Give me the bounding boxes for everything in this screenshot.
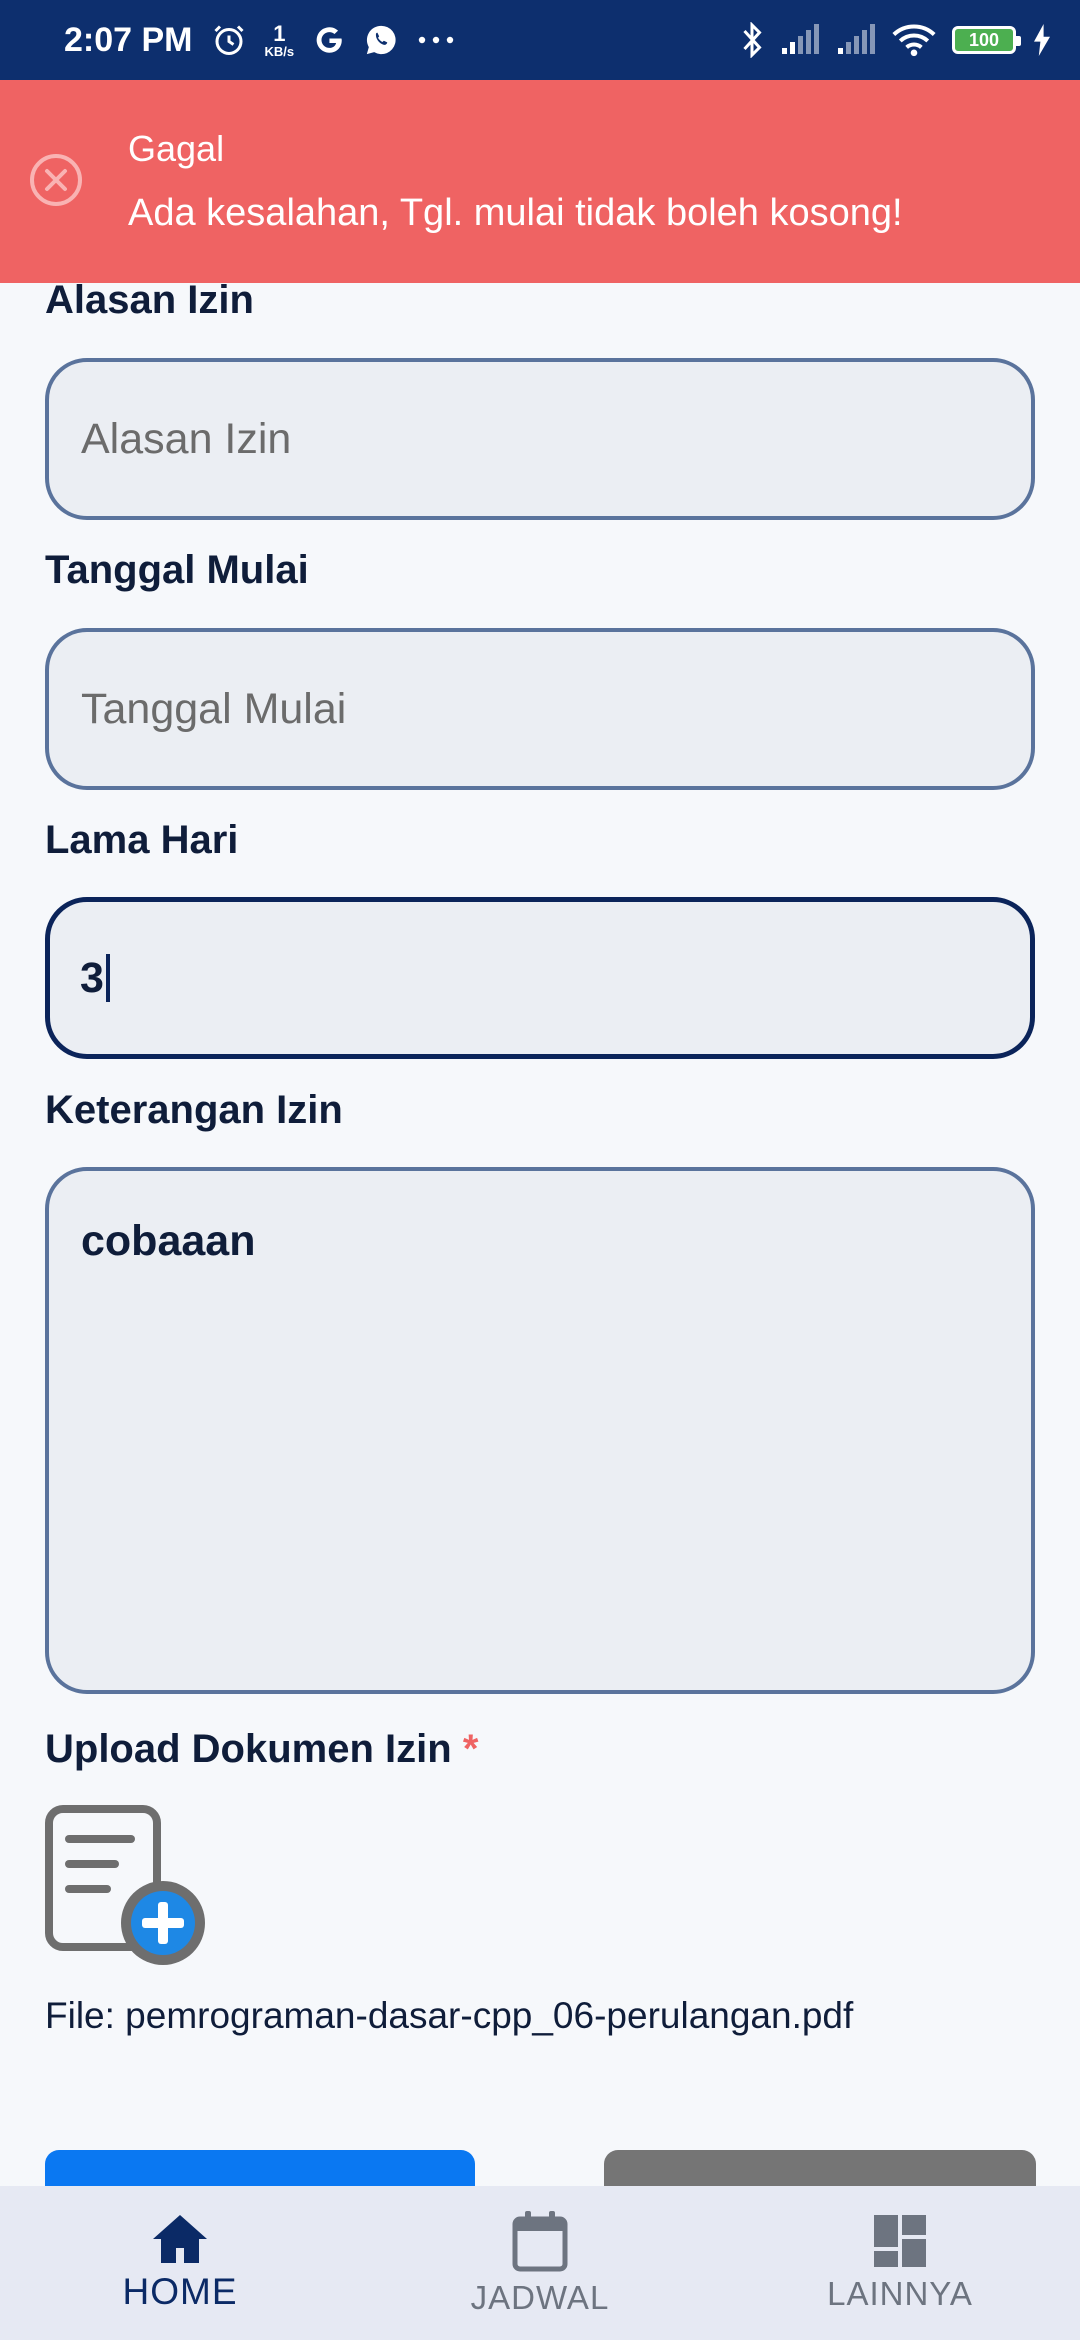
alasan-izin-field[interactable]: [45, 358, 1035, 520]
lama-hari-label: Lama Hari: [45, 818, 239, 862]
status-bar: 2:07 PM 1 KB/s 100: [0, 0, 1080, 80]
net-speed: 1 KB/s: [264, 20, 295, 59]
lama-hari-value[interactable]: 3: [80, 954, 104, 1003]
tanggal-mulai-field[interactable]: [45, 628, 1035, 790]
home-icon: [153, 2215, 207, 2263]
net-speed-value: 1: [273, 20, 286, 46]
keterangan-izin-label: Keterangan Izin: [45, 1088, 343, 1132]
required-mark: *: [462, 1727, 479, 1771]
lama-hari-field[interactable]: 3: [45, 897, 1035, 1059]
document-add-icon: [45, 1805, 205, 1965]
nav-label-home: HOME: [122, 2271, 238, 2312]
wifi-icon: [892, 23, 936, 57]
nav-item-lainnya[interactable]: LAINNYA: [760, 2213, 1040, 2313]
nav-item-jadwal[interactable]: JADWAL: [400, 2209, 680, 2317]
toast-message: Ada kesalahan, Tgl. mulai tidak boleh ko…: [128, 192, 903, 234]
upload-dokumen-label: Upload Dokumen Izin *: [45, 1727, 478, 1772]
nav-item-home[interactable]: HOME: [40, 2213, 320, 2313]
alasan-izin-label: Alasan Izin: [45, 278, 254, 322]
nav-label-jadwal: JADWAL: [470, 2279, 610, 2316]
status-bar-left: 2:07 PM 1 KB/s: [64, 21, 456, 60]
upload-document-button[interactable]: [45, 1805, 207, 1970]
tanggal-mulai-label: Tanggal Mulai: [45, 548, 309, 592]
battery-level: 100: [968, 29, 1000, 50]
alasan-izin-input[interactable]: [79, 413, 1031, 465]
whatsapp-icon: [364, 23, 398, 57]
signal-icon: [780, 24, 820, 56]
net-speed-unit: KB/s: [264, 43, 295, 59]
status-time: 2:07 PM: [64, 20, 193, 59]
status-bar-right: 100: [740, 22, 1080, 58]
alarm-icon: [211, 22, 247, 58]
dashboard-icon: [874, 2215, 926, 2267]
toast-title: Gagal: [128, 128, 225, 169]
more-icon: [416, 35, 456, 45]
text-caret: [105, 954, 110, 1002]
keterangan-izin-field[interactable]: cobaaan: [45, 1167, 1035, 1694]
google-icon: [312, 23, 346, 57]
upload-dokumen-label-text: Upload Dokumen Izin: [45, 1727, 452, 1771]
battery-icon: 100: [952, 26, 1021, 54]
keterangan-izin-textarea[interactable]: cobaaan: [79, 1215, 1031, 1649]
calendar-icon: [512, 2211, 568, 2272]
tanggal-mulai-input[interactable]: [79, 683, 1031, 735]
signal-icon: [836, 24, 876, 56]
uploaded-file-name: File: pemrograman-dasar-cpp_06-perulanga…: [45, 1995, 854, 2036]
close-circle-icon[interactable]: [28, 152, 84, 208]
bottom-nav: HOME JADWAL LAINNYA: [0, 2186, 1080, 2340]
bluetooth-icon: [740, 22, 764, 58]
charging-icon: [1032, 24, 1052, 56]
error-toast: Gagal Ada kesalahan, Tgl. mulai tidak bo…: [0, 80, 1080, 283]
nav-label-lainnya: LAINNYA: [827, 2275, 973, 2312]
